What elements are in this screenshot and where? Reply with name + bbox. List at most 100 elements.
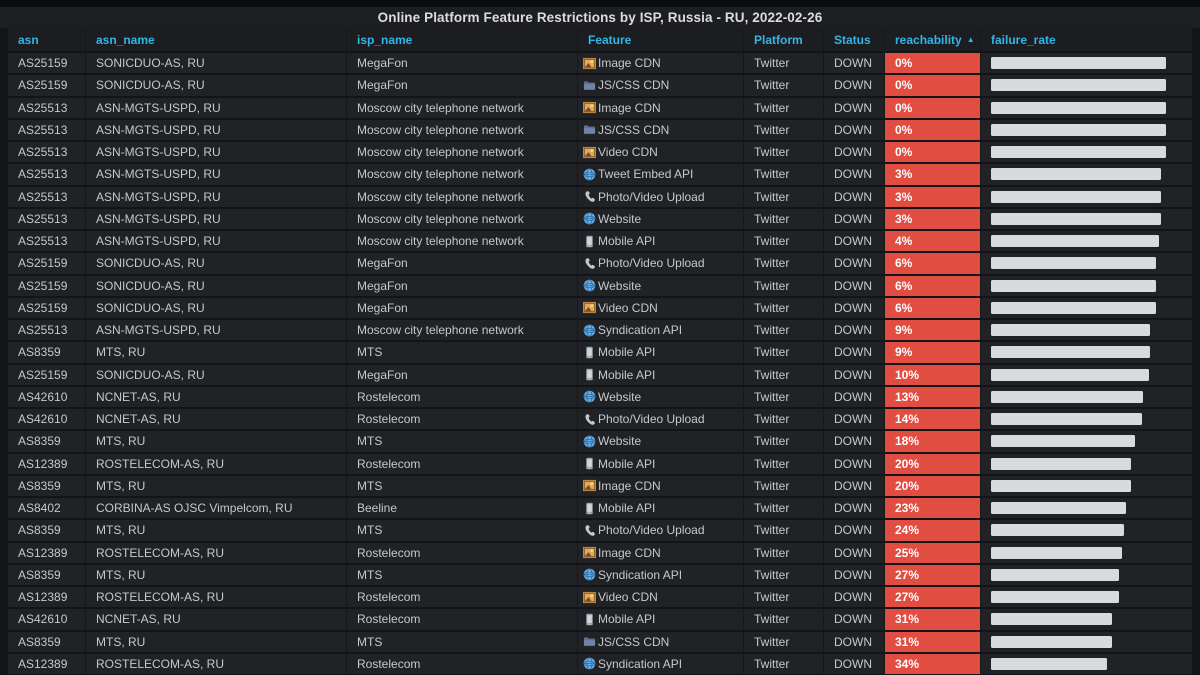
table-row[interactable]: AS25159 SONICDUO-AS, RU MegaFon Image CD… bbox=[8, 53, 1192, 76]
cell-asn: AS8359 bbox=[8, 520, 86, 541]
cell-asn-name: MTS, RU bbox=[86, 475, 347, 496]
cell-asn: AS25513 bbox=[8, 142, 86, 163]
cell-platform: Twitter bbox=[744, 186, 824, 207]
cell-reachability: 31% bbox=[885, 609, 981, 630]
cell-asn: AS25159 bbox=[8, 253, 86, 274]
cell-asn: AS25513 bbox=[8, 119, 86, 140]
table-row[interactable]: AS8359 MTS, RU MTS JS/CSS CDN Twitter DO… bbox=[8, 631, 1192, 654]
failure-rate-bar bbox=[991, 324, 1151, 337]
cell-status: DOWN bbox=[824, 231, 885, 252]
failure-rate-bar bbox=[991, 435, 1135, 448]
reachability-value: 20% bbox=[895, 456, 920, 471]
column-header-feature[interactable]: Feature bbox=[578, 28, 744, 51]
table-row[interactable]: AS25513 ASN-MGTS-USPD, RU Moscow city te… bbox=[8, 186, 1192, 209]
table-row[interactable]: AS8359 MTS, RU MTS Syndication API Twitt… bbox=[8, 564, 1192, 587]
table-row[interactable]: AS25159 SONICDUO-AS, RU MegaFon Photo/Vi… bbox=[8, 253, 1192, 276]
cell-feature: Website bbox=[578, 431, 744, 452]
table-row[interactable]: AS42610 NCNET-AS, RU Rostelecom Website … bbox=[8, 386, 1192, 409]
cell-status: DOWN bbox=[824, 631, 885, 652]
table-row[interactable]: AS25159 SONICDUO-AS, RU MegaFon JS/CSS C… bbox=[8, 75, 1192, 98]
cell-reachability: 14% bbox=[885, 409, 981, 430]
cell-feature: JS/CSS CDN bbox=[578, 631, 744, 652]
reachability-value-cell: 25% bbox=[885, 542, 980, 563]
failure-rate-bar bbox=[991, 568, 1119, 581]
table-row[interactable]: AS25513 ASN-MGTS-USPD, RU Moscow city te… bbox=[8, 208, 1192, 231]
cell-reachability: 3% bbox=[885, 208, 981, 229]
cell-asn-name: MTS, RU bbox=[86, 520, 347, 541]
cell-isp-name: MTS bbox=[347, 631, 578, 652]
table-row[interactable]: AS25513 ASN-MGTS-USPD, RU Moscow city te… bbox=[8, 231, 1192, 254]
table-row[interactable]: AS12389 ROSTELECOM-AS, RU Rostelecom Vid… bbox=[8, 587, 1192, 610]
reachability-value: 31% bbox=[895, 634, 920, 649]
column-header-reachability[interactable]: reachability ▲ bbox=[885, 28, 981, 51]
table-row[interactable]: AS8359 MTS, RU MTS Website Twitter DOWN … bbox=[8, 431, 1192, 454]
cell-asn-name: ASN-MGTS-USPD, RU bbox=[86, 164, 347, 185]
cell-failure-rate bbox=[981, 476, 1192, 496]
cell-asn-name: NCNET-AS, RU bbox=[86, 409, 347, 430]
cell-feature: Website bbox=[578, 208, 744, 229]
cell-asn: AS42610 bbox=[8, 386, 86, 407]
cell-failure-rate bbox=[981, 543, 1192, 563]
cell-reachability: 9% bbox=[885, 342, 981, 363]
cell-failure-rate bbox=[981, 253, 1192, 273]
table-row[interactable]: AS12389 ROSTELECOM-AS, RU Rostelecom Mob… bbox=[8, 453, 1192, 476]
mobile-phone-icon bbox=[583, 235, 596, 248]
cell-failure-rate bbox=[981, 498, 1192, 518]
cell-status: DOWN bbox=[824, 386, 885, 407]
column-header-asn[interactable]: asn bbox=[8, 28, 86, 51]
table-row[interactable]: AS8359 MTS, RU MTS Mobile API Twitter DO… bbox=[8, 342, 1192, 365]
cell-asn-name: NCNET-AS, RU bbox=[86, 609, 347, 630]
column-header-platform[interactable]: Platform bbox=[744, 28, 824, 51]
cell-reachability: 27% bbox=[885, 564, 981, 585]
cell-status: DOWN bbox=[824, 53, 885, 74]
table-row[interactable]: AS25159 SONICDUO-AS, RU MegaFon Mobile A… bbox=[8, 364, 1192, 387]
reachability-value-cell: 3% bbox=[885, 208, 980, 229]
telephone-receiver-icon bbox=[583, 190, 596, 203]
cell-feature: Mobile API bbox=[578, 364, 744, 385]
cell-asn-name: SONICDUO-AS, RU bbox=[86, 253, 347, 274]
column-header-failure-rate[interactable]: failure_rate bbox=[981, 28, 1192, 51]
cell-asn-name: ROSTELECOM-AS, RU bbox=[86, 453, 347, 474]
framed-picture-icon bbox=[583, 591, 596, 604]
cell-failure-rate bbox=[981, 298, 1192, 318]
cell-platform: Twitter bbox=[744, 119, 824, 140]
table-row[interactable]: AS25159 SONICDUO-AS, RU MegaFon Website … bbox=[8, 275, 1192, 298]
cell-status: DOWN bbox=[824, 253, 885, 274]
cell-platform: Twitter bbox=[744, 142, 824, 163]
column-header-asn-name[interactable]: asn_name bbox=[86, 28, 347, 51]
cell-platform: Twitter bbox=[744, 609, 824, 630]
cell-reachability: 20% bbox=[885, 475, 981, 496]
table-row[interactable]: AS25513 ASN-MGTS-USPD, RU Moscow city te… bbox=[8, 97, 1192, 120]
table-row[interactable]: AS42610 NCNET-AS, RU Rostelecom Photo/Vi… bbox=[8, 409, 1192, 432]
table-row[interactable]: AS25513 ASN-MGTS-USPD, RU Moscow city te… bbox=[8, 119, 1192, 142]
cell-failure-rate bbox=[981, 387, 1192, 407]
cell-asn: AS8359 bbox=[8, 475, 86, 496]
feature-label: Mobile API bbox=[598, 456, 656, 471]
table-row[interactable]: AS8359 MTS, RU MTS Image CDN Twitter DOW… bbox=[8, 475, 1192, 498]
failure-rate-bar bbox=[991, 212, 1161, 225]
failure-rate-bar bbox=[991, 413, 1142, 426]
feature-label: Syndication API bbox=[598, 656, 683, 671]
table-row[interactable]: AS12389 ROSTELECOM-AS, RU Rostelecom Syn… bbox=[8, 653, 1192, 675]
cell-isp-name: Rostelecom bbox=[347, 653, 578, 674]
table-row[interactable]: AS25513 ASN-MGTS-USPD, RU Moscow city te… bbox=[8, 142, 1192, 165]
cell-reachability: 6% bbox=[885, 297, 981, 318]
table-row[interactable]: AS25159 SONICDUO-AS, RU MegaFon Video CD… bbox=[8, 297, 1192, 320]
column-header-isp-name[interactable]: isp_name bbox=[347, 28, 578, 51]
column-header-status[interactable]: Status bbox=[824, 28, 885, 51]
table-row[interactable]: AS42610 NCNET-AS, RU Rostelecom Mobile A… bbox=[8, 609, 1192, 632]
table-row[interactable]: AS25513 ASN-MGTS-USPD, RU Moscow city te… bbox=[8, 320, 1192, 343]
table-row[interactable]: AS12389 ROSTELECOM-AS, RU Rostelecom Ima… bbox=[8, 542, 1192, 565]
cell-asn-name: ROSTELECOM-AS, RU bbox=[86, 542, 347, 563]
reachability-value: 3% bbox=[895, 189, 913, 204]
cell-isp-name: Moscow city telephone network bbox=[347, 208, 578, 229]
cell-asn-name: ROSTELECOM-AS, RU bbox=[86, 653, 347, 674]
cell-platform: Twitter bbox=[744, 53, 824, 74]
table-row[interactable]: AS8402 CORBINA-AS OJSC Vimpelcom, RU Bee… bbox=[8, 498, 1192, 521]
table-row[interactable]: AS8359 MTS, RU MTS Photo/Video Upload Tw… bbox=[8, 520, 1192, 543]
failure-rate-bar bbox=[991, 257, 1156, 270]
cell-status: DOWN bbox=[824, 342, 885, 363]
cell-reachability: 3% bbox=[885, 186, 981, 207]
cell-asn-name: ASN-MGTS-USPD, RU bbox=[86, 119, 347, 140]
table-row[interactable]: AS25513 ASN-MGTS-USPD, RU Moscow city te… bbox=[8, 164, 1192, 187]
